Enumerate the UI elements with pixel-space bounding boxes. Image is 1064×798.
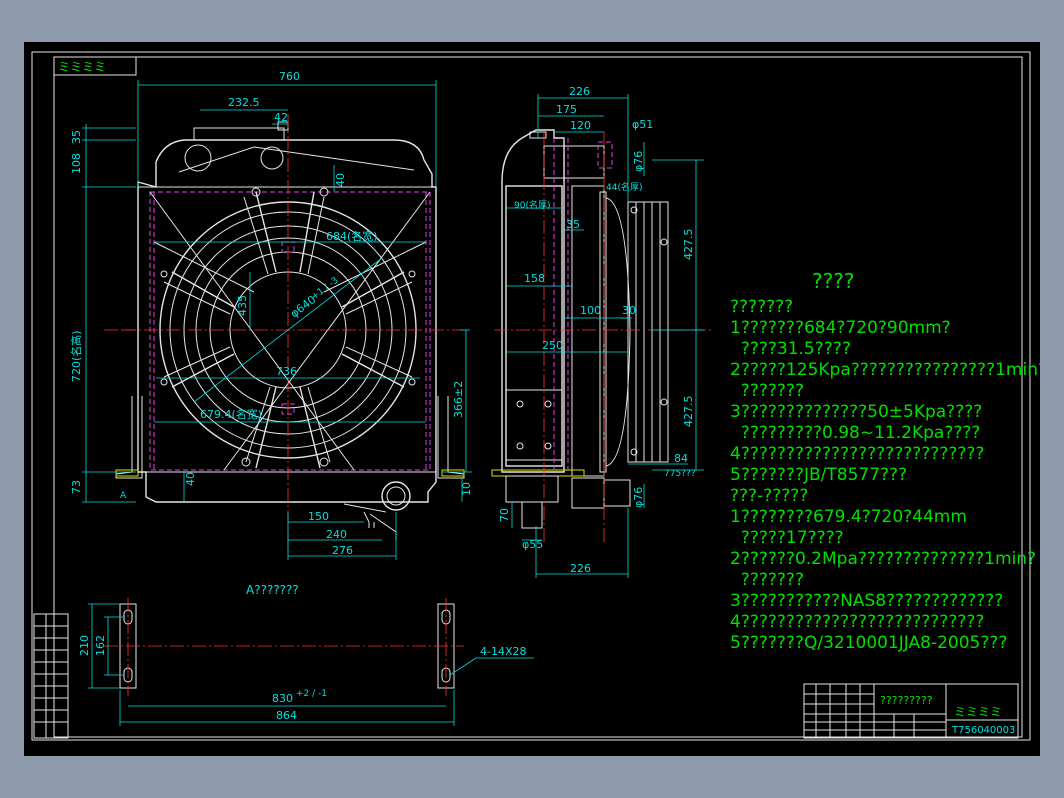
dim-core-h: 720(名高) (69, 330, 83, 382)
note-line: 1???????684?720?90mm? (730, 318, 951, 338)
dim-158: 158 (524, 272, 545, 285)
dim-232-5: 232.5 (228, 96, 260, 109)
dim-864: 864 (276, 709, 297, 722)
side-tank (501, 129, 565, 473)
arrow-a: A (120, 491, 127, 501)
dim-162: 162 (94, 635, 107, 656)
dim-775: 775??? (664, 469, 696, 479)
core-hidden-frame (149, 191, 431, 471)
note-line: ??????? (730, 570, 804, 590)
dim-30: 30 (622, 304, 636, 317)
holes-label: 4-14X28 (480, 645, 527, 658)
drawing-number: T756040003 (951, 725, 1015, 736)
dim-120: 120 (570, 119, 591, 132)
title-name: ????????? (880, 694, 933, 707)
dim-226-top: 226 (569, 85, 590, 98)
side-view: 226 175 120 φ51 φ76 44(名厚) 90(名厚) 35 158… (491, 85, 714, 578)
note-line: 4??????????????????????????? (730, 612, 984, 632)
dim-width: 760 (279, 70, 300, 83)
title-marks: ミミミミ (954, 705, 1002, 719)
dim-35: 35 (70, 130, 83, 144)
note-line: 2??????0.2Mpa??????????????1min? (730, 549, 1036, 569)
dim-435: 435 (236, 295, 249, 316)
dim-736: 736 (276, 365, 297, 378)
drawing-canvas: ミミミミ 760 232.5 42 35 108 720(名高) 73 A 40… (31, 51, 1040, 741)
note-line: ????31.5???? (730, 339, 851, 359)
dim-phi76-top: φ76 (632, 151, 645, 172)
filler-neck (193, 127, 285, 141)
note-line: 1????????679.4?720?44mm (730, 507, 967, 527)
dim-fan-w: 684(名宽) (326, 229, 378, 243)
dim-250: 250 (542, 339, 563, 352)
dim-phi55: φ55 (522, 538, 543, 551)
dim-10: 10 (460, 482, 473, 496)
dim-44: 44(名厚) (606, 181, 642, 193)
note-line: ??????? (730, 381, 804, 401)
dim-210: 210 (78, 635, 91, 656)
dim-fan-tol: +1 / -3 (310, 276, 341, 303)
note-line: 5???????Q/3210001JJA8-2005??? (730, 633, 1007, 653)
note-line: 3???????????NAS8????????????? (730, 591, 1003, 611)
note-line: ?????17???? (730, 528, 844, 548)
title-grid (804, 684, 946, 738)
note-line: ?????????0.98~11.2Kpa???? (730, 423, 980, 443)
dim-150: 150 (308, 510, 329, 523)
dim-70: 70 (498, 508, 511, 522)
dim-175: 175 (556, 103, 577, 116)
bottom-outlet (381, 481, 411, 511)
dim-phi76-bot: φ76 (632, 487, 645, 508)
side-outlet (521, 501, 543, 529)
dim-240: 240 (326, 528, 347, 541)
note-line: 4??????????????????????????? (730, 444, 984, 464)
dim-phi51: φ51 (632, 118, 653, 131)
dim-830: 830 (272, 692, 293, 705)
dim-276: 276 (332, 544, 353, 557)
dim-73: 73 (70, 480, 83, 494)
note-line: 2?????125Kpa????????????????1min? (730, 360, 1040, 380)
dim-830-tol: +2 / -1 (296, 689, 327, 699)
corner-label: ミミミミ (58, 60, 106, 74)
side-dimensions: 226 175 120 φ51 φ76 44(名厚) 90(名厚) 35 158… (498, 85, 704, 578)
view-a: A??????? 210 162 4-14X28 830 +2 / -1 864 (78, 583, 534, 726)
cad-viewport[interactable]: ミミミミ 760 232.5 42 35 108 720(名高) 73 A 40… (24, 42, 1040, 756)
dim-108: 108 (70, 153, 83, 174)
note-line: ???-????? (730, 486, 808, 506)
dim-427-bot: 427.5 (682, 396, 695, 428)
notes-lines: ???????1???????684?720?90mm? ????31.5???… (730, 297, 1040, 653)
dim-core-w: 679.4(名宽) (200, 407, 262, 421)
notes-heading: ???? (812, 269, 854, 293)
note-line: 3??????????????50±5Kpa???? (730, 402, 982, 422)
dim-90: 90(名厚) (514, 199, 550, 211)
dim-35: 35 (566, 218, 580, 231)
dim-40-top: 40 (334, 173, 347, 187)
dim-100: 100 (580, 304, 601, 317)
note-line: 5???????JB/T8577??? (730, 465, 907, 485)
dim-42: 42 (274, 111, 288, 124)
dim-226-bot: 226 (570, 562, 591, 575)
dim-427-top: 427.5 (682, 229, 695, 261)
dim-84: 84 (674, 452, 688, 465)
revision-table (33, 613, 69, 739)
front-view: 760 232.5 42 35 108 720(名高) 73 A 40 684(… (69, 70, 473, 560)
title-block: ????????? ミミミミ T756040003 (803, 683, 1019, 739)
technical-notes: ???? ???????1???????684?720?90mm? ????31… (730, 269, 1040, 653)
dim-40-bot: 40 (184, 472, 197, 486)
dim-366: 366±2 (452, 381, 465, 418)
note-line: ??????? (730, 297, 793, 317)
view-a-title: A??????? (246, 583, 299, 597)
